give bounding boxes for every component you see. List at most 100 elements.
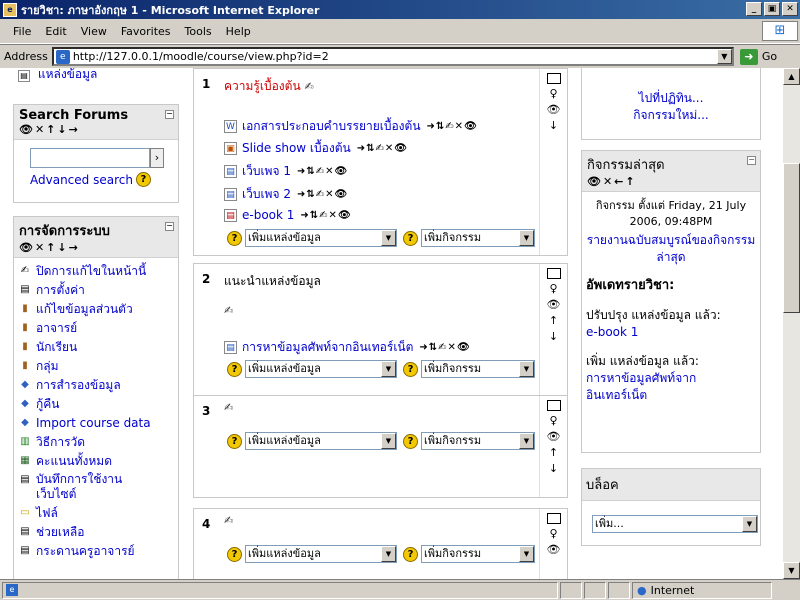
resource-item[interactable]: ▣ Slide show เบื้องต้น ➜⇅✍✕👁 <box>224 139 408 158</box>
collapse-icon[interactable]: − <box>165 110 174 119</box>
resource-item[interactable]: ▤ e-book 1 ➜⇅✍✕👁 <box>224 208 352 222</box>
eye-icon[interactable]: 👁 <box>547 298 561 311</box>
show-only-section-icon[interactable] <box>546 73 561 84</box>
resource-edit-icons[interactable]: ➜⇅✍✕👁 <box>357 143 408 154</box>
help-icon[interactable]: ? <box>227 433 242 449</box>
add-activity-select[interactable]: เพิ่มกิจกรรม ▼ <box>421 229 535 247</box>
highlight-bulb-icon[interactable]: ♀ <box>549 527 557 540</box>
resource-item[interactable]: ▤ การหาข้อมูลศัพท์จากอินเทอร์เน็ต ➜⇅✍✕👁 <box>224 338 471 357</box>
add-block-select[interactable]: เพิ่ม... ▼ <box>592 515 758 533</box>
section-number: 2 <box>202 272 211 286</box>
go-button[interactable]: ➜ Go <box>739 48 777 65</box>
minimize-button[interactable]: _ <box>746 2 762 16</box>
move-up-icon[interactable]: ↑ <box>549 314 558 327</box>
edit-summary-icon[interactable]: ✍ <box>304 80 313 93</box>
search-submit-button[interactable]: › <box>150 148 164 168</box>
highlight-bulb-icon[interactable]: ♀ <box>549 414 557 427</box>
move-up-icon[interactable]: ↑ <box>549 446 558 459</box>
admin-item-grades[interactable]: ▦ คะแนนทั้งหมด <box>14 452 178 471</box>
admin-item-settings[interactable]: ▤ การตั้งค่า <box>14 281 178 300</box>
update-1-link[interactable]: e-book 1 <box>582 324 760 341</box>
collapse-icon[interactable]: − <box>747 156 756 165</box>
show-only-section-icon[interactable] <box>546 268 561 279</box>
menu-favorites[interactable]: Favorites <box>114 25 178 38</box>
full-report-link[interactable]: รายงานฉบับสมบูรณ์ของกิจกรรมล่าสุด <box>582 230 760 266</box>
admin-item-turn-editing-off[interactable]: ✍ ปิดการแก้ไขในหน้านี้ <box>14 262 178 281</box>
show-only-section-icon[interactable] <box>546 400 561 411</box>
admin-item-backup[interactable]: ◆ การสำรองข้อมูล <box>14 376 178 395</box>
admin-item-teacher-forum[interactable]: ▤ กระดานครูอาจารย์ <box>14 542 178 561</box>
maximize-button[interactable]: ▣ <box>764 2 780 16</box>
add-resource-select[interactable]: เพิ่มแหล่งข้อมูล ▼ <box>245 432 397 450</box>
goto-calendar-link[interactable]: ไปที่ปฏิทิน... <box>582 90 760 107</box>
advanced-search-link[interactable]: Advanced search <box>30 173 133 187</box>
admin-item-logs[interactable]: ▤ บันทึกการใช้งาน เว็บไซต์ <box>14 471 178 504</box>
resource-edit-icons[interactable]: ➜⇅✍✕👁 <box>419 342 470 353</box>
admin-item-groups[interactable]: ▮ กลุ่ม <box>14 357 178 376</box>
resource-item[interactable]: W เอกสารประกอบคำบรรยายเบื้องต้น ➜⇅✍✕👁 <box>224 117 478 136</box>
recent-block-edit-icons[interactable]: 👁✕←↑ <box>587 175 755 188</box>
move-down-icon[interactable]: ↓ <box>549 119 558 132</box>
address-input[interactable]: e http://127.0.0.1/moodle/course/view.ph… <box>51 47 734 66</box>
menu-edit[interactable]: Edit <box>38 25 73 38</box>
help-icon[interactable]: ? <box>403 546 418 562</box>
help-icon[interactable]: ? <box>403 433 418 449</box>
help-icon[interactable]: ? <box>403 230 418 246</box>
add-activity-select[interactable]: เพิ่มกิจกรรม ▼ <box>421 360 535 378</box>
resource-edit-icons[interactable]: ➜⇅✍✕👁 <box>427 121 478 132</box>
menu-tools[interactable]: Tools <box>178 25 219 38</box>
admin-item-restore[interactable]: ◆ กู้คืน <box>14 395 178 414</box>
edit-summary-icon[interactable]: ✍ <box>224 514 233 527</box>
help-icon[interactable]: ? <box>227 230 242 246</box>
update-1-label: ปรับปรุง แหล่งข้อมูล แล้ว: <box>586 308 721 322</box>
admin-item-help[interactable]: ▤ ช่วยเหลือ <box>14 523 178 542</box>
scroll-down-icon[interactable]: ▼ <box>783 562 800 579</box>
admin-item-import[interactable]: ◆ Import course data <box>14 414 178 433</box>
add-resource-select[interactable]: เพิ่มแหล่งข้อมูล ▼ <box>245 545 397 563</box>
page-icon: e <box>55 49 70 64</box>
address-dropdown-icon[interactable]: ▼ <box>716 49 732 64</box>
resource-edit-icons[interactable]: ➜⇅✍✕👁 <box>300 210 351 221</box>
eye-icon[interactable]: 👁 <box>547 103 561 116</box>
admin-item-files[interactable]: ▭ ไฟล์ <box>14 504 178 523</box>
resources-link[interactable]: ▤ แหล่งข้อมูล <box>18 68 97 84</box>
eye-icon[interactable]: 👁 <box>547 543 561 556</box>
vertical-scrollbar[interactable]: ▲ ▼ <box>783 68 800 579</box>
admin-item-edit-profile[interactable]: ▮ แก้ไขข้อมูลส่วนตัว <box>14 300 178 319</box>
add-activity-select[interactable]: เพิ่มกิจกรรม ▼ <box>421 545 535 563</box>
scroll-up-icon[interactable]: ▲ <box>783 68 800 85</box>
highlight-bulb-icon[interactable]: ♀ <box>549 87 557 100</box>
close-button[interactable]: ✕ <box>782 2 798 16</box>
scroll-thumb[interactable] <box>783 163 800 313</box>
menu-file[interactable]: File <box>6 25 38 38</box>
admin-item-students[interactable]: ▮ นักเรียน <box>14 338 178 357</box>
resource-item[interactable]: ▤ เว็บเพจ 1 ➜⇅✍✕👁 <box>224 162 348 181</box>
add-activity-select[interactable]: เพิ่มกิจกรรม ▼ <box>421 432 535 450</box>
search-block-edit-icons[interactable]: 👁✕↑↓→ <box>19 123 173 136</box>
eye-icon[interactable]: 👁 <box>547 430 561 443</box>
search-input[interactable] <box>30 148 150 168</box>
help-icon[interactable]: ? <box>135 172 151 187</box>
help-icon[interactable]: ? <box>227 361 242 377</box>
admin-item-scales[interactable]: ▥ วิธีการวัด <box>14 433 178 452</box>
edit-summary-icon[interactable]: ✍ <box>224 401 233 414</box>
update-2-link[interactable]: การหาข้อมูลศัพท์จากอินเทอร์เน็ต <box>582 370 760 404</box>
show-only-section-icon[interactable] <box>546 513 561 524</box>
edit-summary-icon[interactable]: ✍ <box>224 304 233 317</box>
collapse-icon[interactable]: − <box>165 222 174 231</box>
menu-view[interactable]: View <box>74 25 114 38</box>
help-icon[interactable]: ? <box>403 361 418 377</box>
resource-edit-icons[interactable]: ➜⇅✍✕👁 <box>297 166 348 177</box>
new-event-link[interactable]: กิจกรรมใหม่... <box>582 107 760 124</box>
menu-help[interactable]: Help <box>219 25 258 38</box>
highlight-bulb-icon[interactable]: ♀ <box>549 282 557 295</box>
admin-item-teachers[interactable]: ▮ อาจารย์ <box>14 319 178 338</box>
add-resource-select[interactable]: เพิ่มแหล่งข้อมูล ▼ <box>245 229 397 247</box>
resource-edit-icons[interactable]: ➜⇅✍✕👁 <box>297 189 348 200</box>
help-icon[interactable]: ? <box>227 546 242 562</box>
move-down-icon[interactable]: ↓ <box>549 330 558 343</box>
move-down-icon[interactable]: ↓ <box>549 462 558 475</box>
resource-item[interactable]: ▤ เว็บเพจ 2 ➜⇅✍✕👁 <box>224 185 348 204</box>
admin-block-edit-icons[interactable]: 👁✕↑↓→ <box>19 241 173 254</box>
add-resource-select[interactable]: เพิ่มแหล่งข้อมูล ▼ <box>245 360 397 378</box>
